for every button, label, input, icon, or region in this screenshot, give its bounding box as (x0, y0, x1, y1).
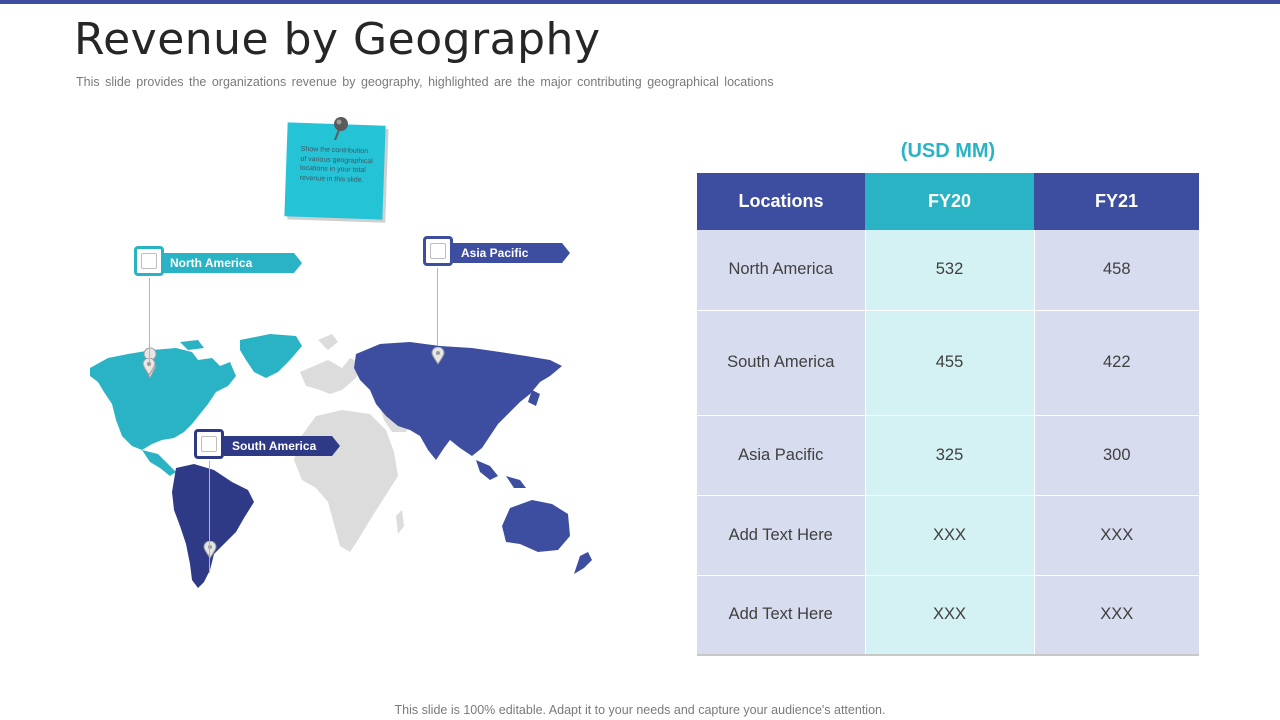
table-unit-label: (USD MM) (900, 140, 996, 162)
cell-fy20: XXX (865, 575, 1035, 656)
callout-box (423, 236, 453, 266)
callout-box (134, 246, 164, 276)
top-accent-bar (0, 0, 1280, 4)
cell-location: Add Text Here (697, 495, 866, 576)
cell-fy21: 422 (1034, 310, 1199, 416)
cell-location: North America (697, 230, 866, 311)
table-row: South America 455 422 (697, 310, 1199, 416)
callout-box (194, 429, 224, 459)
table-row: Asia Pacific 325 300 (697, 415, 1199, 496)
asia-pacific-pin-icon (431, 347, 445, 365)
cell-location: South America (697, 310, 866, 416)
table-row: Add Text Here XXX XXX (697, 575, 1199, 656)
cell-fy20: 532 (865, 230, 1035, 311)
callout-stem (209, 461, 210, 573)
callout-label-south-america: South America (224, 436, 340, 456)
cell-location: Asia Pacific (697, 415, 866, 496)
cell-fy20: 325 (865, 415, 1035, 496)
cell-fy20: 455 (865, 310, 1035, 416)
revenue-table: Locations FY20 FY21 North America 532 45… (697, 173, 1199, 656)
page-subtitle: This slide provides the organizations re… (76, 75, 774, 89)
callout-label-north-america: North America (162, 253, 302, 273)
header-locations: Locations (697, 173, 865, 230)
table-row: Add Text Here XXX XXX (697, 495, 1199, 576)
header-fy20: FY20 (865, 173, 1034, 230)
table-header-row: Locations FY20 FY21 (697, 173, 1199, 230)
cell-fy21: XXX (1034, 575, 1199, 656)
table-row: North America 532 458 (697, 230, 1199, 311)
cell-fy20: XXX (865, 495, 1035, 576)
world-map (90, 334, 592, 588)
page-title: Revenue by Geography (74, 14, 601, 65)
pushpin-icon (334, 117, 348, 141)
cell-fy21: XXX (1034, 495, 1199, 576)
callout-stem (437, 268, 438, 346)
south-america-pin-icon (203, 541, 217, 559)
callout-stem (149, 278, 150, 362)
cell-fy21: 458 (1034, 230, 1199, 311)
cell-location: Add Text Here (697, 575, 866, 656)
sticky-note-text: Show the contribution of various geograp… (299, 145, 373, 184)
cell-fy21: 300 (1034, 415, 1199, 496)
footer-note: This slide is 100% editable. Adapt it to… (394, 703, 886, 717)
header-fy21: FY21 (1034, 173, 1199, 230)
callout-label-asia-pacific: Asia Pacific (453, 243, 570, 263)
south-america-region (172, 464, 254, 588)
